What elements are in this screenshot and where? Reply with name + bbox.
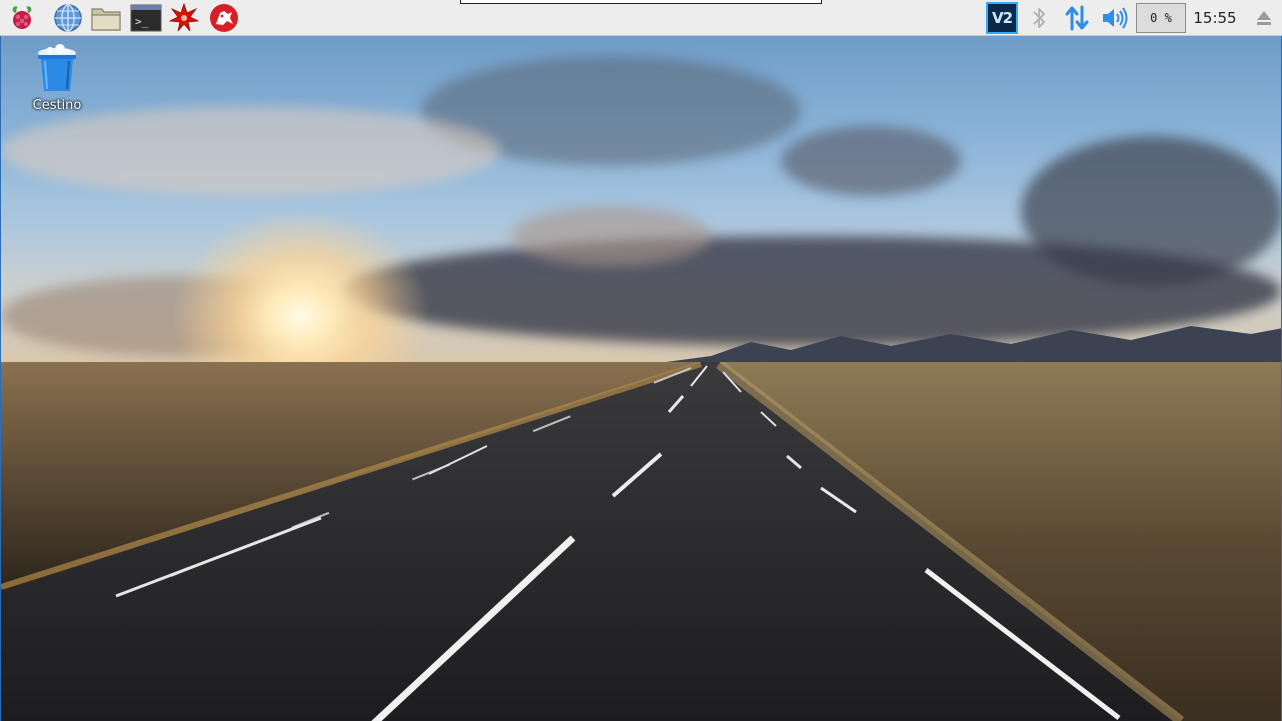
vnc-icon: V2 xyxy=(986,2,1018,34)
eject-icon xyxy=(1257,11,1271,25)
globe-icon xyxy=(54,4,82,32)
wallpaper-cloud xyxy=(511,206,711,266)
network-arrows-icon xyxy=(1065,5,1089,31)
terminal-icon: >_ xyxy=(130,4,162,32)
vnc-server-button[interactable]: V2 xyxy=(984,0,1020,36)
desktop-icon-label: Cestino xyxy=(32,98,82,113)
desktop-icon-trash[interactable]: Cestino xyxy=(21,44,93,124)
wallpaper-mountains xyxy=(651,326,1281,366)
wallpaper-road xyxy=(1,362,1281,721)
raspberry-menu-button[interactable] xyxy=(6,2,38,34)
bluetooth-icon xyxy=(1033,8,1045,28)
file-manager-button[interactable] xyxy=(90,2,122,34)
taskbar: >_ V2 0 % 15:55 xyxy=(0,0,1282,36)
folder-icon xyxy=(91,8,121,31)
trash-icon xyxy=(38,44,76,91)
window-title-strip[interactable] xyxy=(460,0,822,4)
mathematica-icon xyxy=(169,3,199,32)
web-browser-button[interactable] xyxy=(52,2,84,34)
network-button[interactable] xyxy=(1062,0,1092,36)
vnc-label: V2 xyxy=(991,9,1013,27)
speaker-icon xyxy=(1103,7,1128,29)
cpu-usage-value: 0 % xyxy=(1150,11,1172,25)
wallpaper-cloud xyxy=(781,126,961,196)
desktop[interactable]: Cestino xyxy=(0,36,1282,721)
cpu-usage-monitor[interactable]: 0 % xyxy=(1136,3,1186,33)
wolfram-button[interactable] xyxy=(208,2,240,34)
bluetooth-button[interactable] xyxy=(1026,0,1052,36)
volume-button[interactable] xyxy=(1100,0,1130,36)
eject-button[interactable] xyxy=(1252,0,1276,36)
mathematica-button[interactable] xyxy=(168,2,200,34)
wolfram-icon xyxy=(210,4,238,32)
clock[interactable]: 15:55 xyxy=(1192,0,1238,36)
raspberry-icon xyxy=(12,6,32,29)
svg-text:>_: >_ xyxy=(135,15,149,28)
terminal-button[interactable]: >_ xyxy=(130,2,162,34)
